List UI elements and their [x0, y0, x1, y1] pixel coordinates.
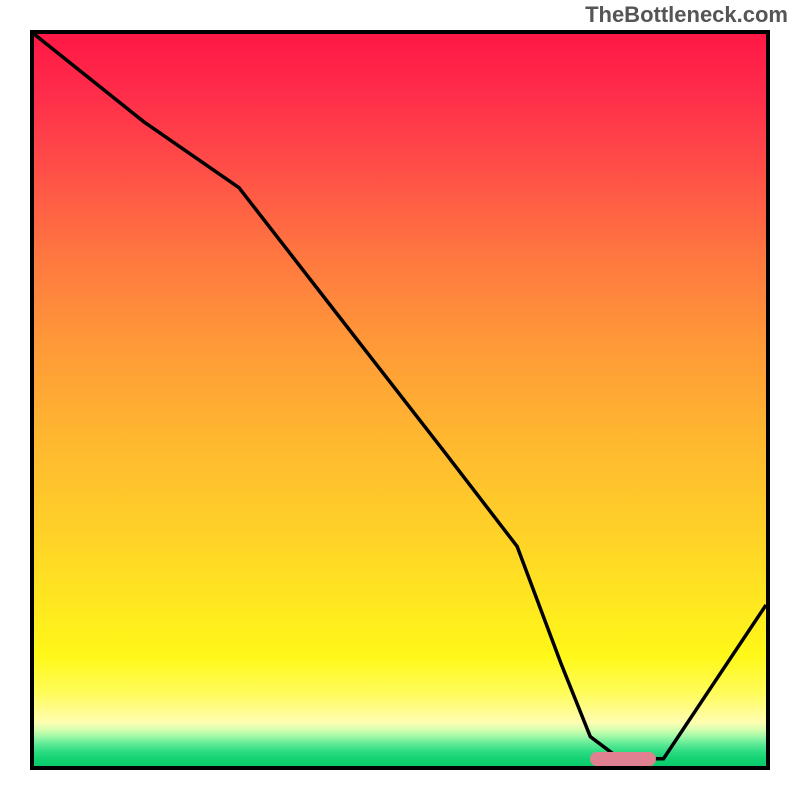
optimal-range-marker	[590, 752, 656, 766]
bottleneck-curve-path	[34, 34, 766, 759]
chart-area	[30, 30, 770, 770]
watermark-text: TheBottleneck.com	[585, 2, 788, 28]
bottleneck-curve-svg	[34, 34, 766, 766]
